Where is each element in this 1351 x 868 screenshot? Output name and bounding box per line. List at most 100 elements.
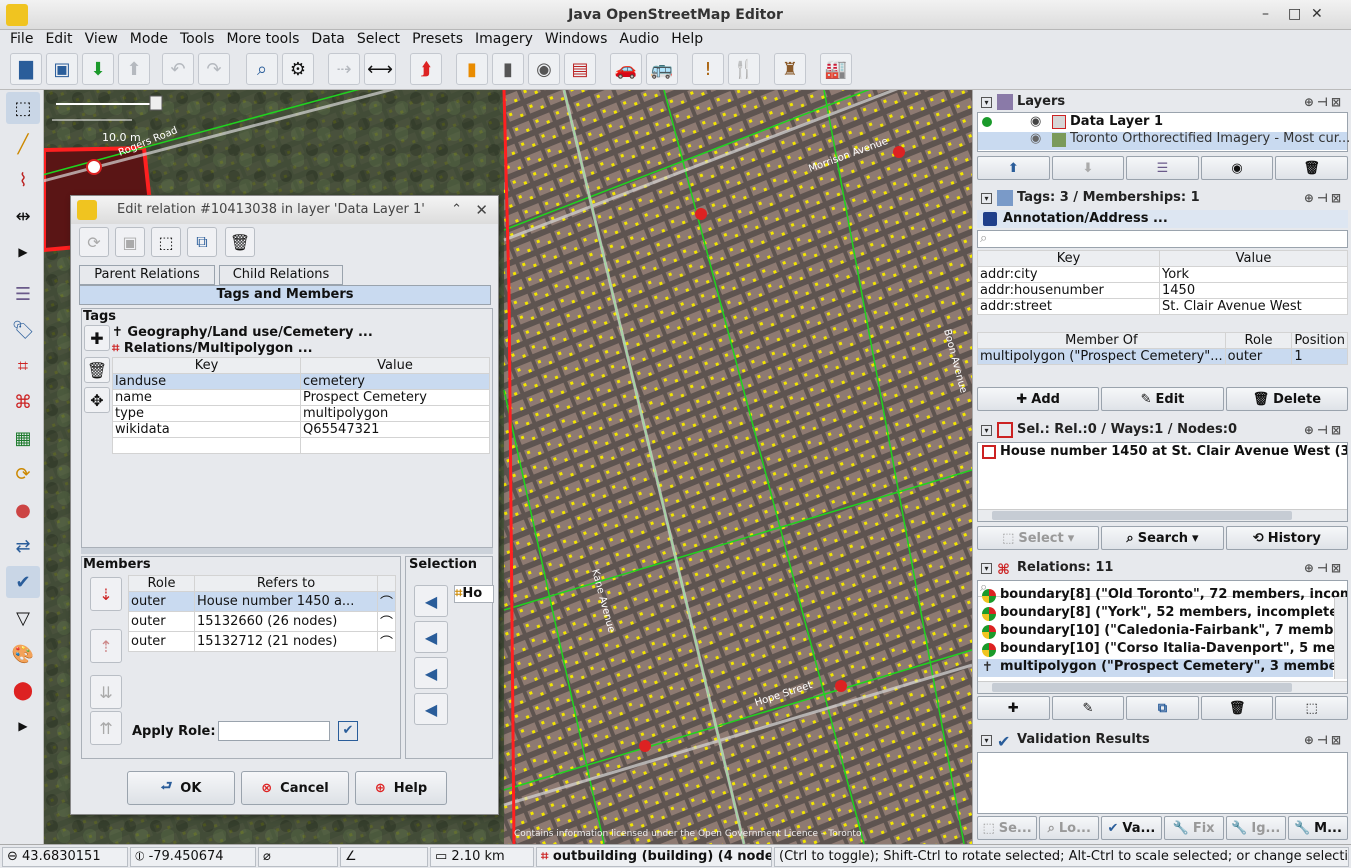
list-item[interactable]: boundary[10] ("Caledonia-Fairbank", 7 me… <box>1000 623 1347 638</box>
table-row[interactable]: outer House number 1450 a... ⌒ <box>128 591 397 612</box>
add-selection-before-icon[interactable]: ◀ <box>414 621 448 653</box>
lookup-button[interactable]: ⌕ Lo... <box>1039 816 1100 840</box>
conflict-icon[interactable]: ⇄ <box>6 530 40 562</box>
move-down-icon[interactable]: ⬇ <box>1051 156 1125 180</box>
open-icon[interactable]: ▇ <box>10 53 42 85</box>
horizontal-scrollbar[interactable] <box>978 681 1347 693</box>
traffic-signal-icon[interactable]: ◉ <box>528 53 560 85</box>
delete-relation-icon[interactable]: 🗑 <box>225 227 255 257</box>
car-icon[interactable]: 🚗 <box>610 53 642 85</box>
menu-help[interactable]: Help <box>665 30 709 48</box>
add-tag-button[interactable]: ✚ Add <box>977 387 1100 411</box>
select-button[interactable]: ⬚ Select ▾ <box>977 526 1100 550</box>
layers-toggle-icon[interactable]: ☰ <box>6 278 40 310</box>
list-item-selected[interactable]: multipolygon ("Prospect Cemetery", 3 mem… <box>1000 659 1347 674</box>
combine-way-icon[interactable]: ⇢ <box>328 53 360 85</box>
apply-role-checkbox[interactable]: ✔ <box>338 721 358 741</box>
delete-tag-button[interactable]: 🗑 Delete <box>1225 387 1348 411</box>
draw-mode-icon[interactable]: ╱ <box>6 128 40 160</box>
delete-layer-icon[interactable]: 🗑 <box>1275 156 1348 180</box>
highway-preset-icon[interactable]: ▮ <box>492 53 524 85</box>
table-row[interactable]: landuse cemetery <box>112 373 490 390</box>
ignore-button[interactable]: 🔧 Ig... <box>1225 816 1286 840</box>
cancel-button[interactable]: ⊗ Cancel <box>241 771 349 805</box>
collapse-icon[interactable]: ⌃ <box>451 196 462 224</box>
table-row[interactable] <box>112 437 490 454</box>
move-member-down-icon[interactable]: ⇣ <box>90 577 122 611</box>
add-selection-after-icon[interactable]: ◀ <box>414 657 448 689</box>
expand-toolbar-icon[interactable]: ▶ <box>6 236 40 268</box>
changeset-icon[interactable]: ⟳ <box>6 458 40 490</box>
eye-icon[interactable]: ◉ <box>1030 131 1041 146</box>
activate-layer-icon[interactable]: ☰ <box>1126 156 1199 180</box>
help-button[interactable]: ⊕ Help <box>355 771 447 805</box>
move-member-up-icon[interactable]: ⇡ <box>90 629 122 663</box>
parallel-way-icon[interactable]: ⇹ <box>6 200 40 232</box>
panel-controls-icon[interactable]: ⊕⊣⊠ <box>1304 420 1344 440</box>
table-row[interactable]: addr:city York <box>977 266 1348 283</box>
eye-icon[interactable]: ◉ <box>1030 114 1041 129</box>
zoom-icon[interactable]: ⌕ <box>246 53 278 85</box>
ok-button[interactable]: ⮐ OK <box>127 771 235 805</box>
list-item[interactable]: boundary[10] ("Corso Italia-Davenport", … <box>1000 641 1347 656</box>
select-mode-icon[interactable]: ⬚ <box>6 92 40 124</box>
selection-list-item[interactable]: ⌗Ho <box>454 585 494 603</box>
redo-icon[interactable]: ↷ <box>198 53 230 85</box>
refresh-icon[interactable]: ⟳ <box>79 227 109 257</box>
add-relation-icon[interactable]: ✚ <box>977 696 1050 720</box>
add-selection-top-icon[interactable]: ◀ <box>414 585 448 617</box>
castle-icon[interactable]: ♜ <box>774 53 806 85</box>
paste-tags-icon[interactable]: ✥ <box>84 387 110 413</box>
list-item[interactable]: boundary[8] ("Old Toronto", 72 members, … <box>1000 587 1347 602</box>
menu-presets[interactable]: Presets <box>406 30 469 48</box>
relations-toggle-icon[interactable]: ⌘ <box>6 386 40 418</box>
expand-panels-icon[interactable]: ▶ <box>6 710 40 742</box>
map-paint-styles-icon[interactable]: 🎨 <box>6 638 40 670</box>
vertical-scrollbar[interactable] <box>1334 597 1347 679</box>
menu-file[interactable]: File <box>4 30 39 48</box>
factory-icon[interactable]: 🏭 <box>820 53 852 85</box>
apply-role-input[interactable] <box>218 721 330 741</box>
list-item[interactable]: boundary[8] ("York", 52 members, incompl… <box>1000 605 1344 620</box>
splitter[interactable] <box>81 548 493 554</box>
upload-icon[interactable]: ⬆ <box>118 53 150 85</box>
edit-tag-button[interactable]: ✎ Edit <box>1101 387 1224 411</box>
table-row[interactable]: type multipolygon <box>112 405 490 422</box>
layer-item-imagery[interactable]: Toronto Orthorectified Imagery - Most cu… <box>1070 131 1350 146</box>
add-tag-icon[interactable]: ✚ <box>84 325 110 351</box>
preset-link-multipolygon[interactable]: ⌗ Relations/Multipolygon ... <box>112 341 313 356</box>
menu-view[interactable]: View <box>79 30 124 48</box>
edit-relation-icon[interactable]: ✎ <box>1051 696 1125 720</box>
panel-controls-icon[interactable]: ⊕⊣⊠ <box>1304 730 1344 750</box>
menu-edit[interactable]: Edit <box>39 30 78 48</box>
move-bottom-icon[interactable]: ⇊ <box>90 675 122 709</box>
download-icon[interactable]: ⬇ <box>82 53 114 85</box>
horizontal-scrollbar[interactable] <box>978 509 1347 521</box>
bus-icon[interactable]: 🚌 <box>646 53 678 85</box>
undo-icon[interactable]: ↶ <box>162 53 194 85</box>
move-top-icon[interactable]: ⇈ <box>90 711 122 745</box>
delete-relation-icon[interactable]: 🗑 <box>1200 696 1274 720</box>
notes-icon[interactable]: ⬤ <box>6 674 40 706</box>
barrier-icon[interactable]: ▤ <box>564 53 596 85</box>
menu-windows[interactable]: Windows <box>539 30 614 48</box>
split-way-icon[interactable]: ⟷ <box>364 53 396 85</box>
validate-button[interactable]: ✔ Va... <box>1101 816 1162 840</box>
menu-more-tools[interactable]: More tools <box>220 30 305 48</box>
more-button[interactable]: 🔧 M... <box>1287 816 1349 840</box>
menu-audio[interactable]: Audio <box>613 30 665 48</box>
table-row[interactable]: wikidata Q65547321 <box>112 421 490 438</box>
move-up-icon[interactable]: ⬆ <box>977 156 1050 180</box>
close-button[interactable]: ✕ <box>1311 6 1323 22</box>
select-members-icon[interactable]: ⬚ <box>1275 696 1348 720</box>
menu-select[interactable]: Select <box>351 30 406 48</box>
search-button[interactable]: ⌕ Search ▾ <box>1101 526 1224 550</box>
road-preset-icon[interactable]: ▮ <box>456 53 488 85</box>
show-hide-icon[interactable]: ◉ <box>1200 156 1274 180</box>
fix-button[interactable]: 🔧 Fix <box>1163 816 1224 840</box>
select-relation-icon[interactable]: ⬚ <box>151 227 181 257</box>
layer-item-data[interactable]: Data Layer 1 <box>1070 114 1163 129</box>
table-row[interactable]: outer 15132660 (26 nodes) ⌒ <box>128 611 397 632</box>
close-dialog-button[interactable]: ✕ <box>475 196 488 224</box>
minimize-button[interactable]: – <box>1262 6 1269 22</box>
